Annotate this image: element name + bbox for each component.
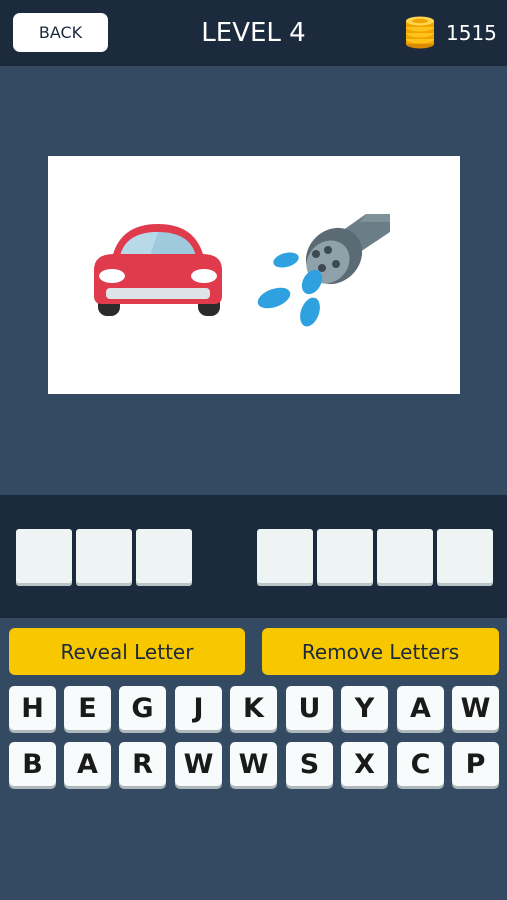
coin-stack-icon (403, 16, 437, 50)
answer-slot[interactable] (76, 529, 132, 583)
letter-key[interactable]: H (9, 686, 56, 730)
shower-head-icon (256, 210, 392, 334)
letter-key[interactable]: E (64, 686, 111, 730)
answer-slot[interactable] (16, 529, 72, 583)
answer-slot[interactable] (437, 529, 493, 583)
answer-slot[interactable] (317, 529, 373, 583)
letter-key[interactable]: K (230, 686, 277, 730)
answer-slot[interactable] (136, 529, 192, 583)
letter-key[interactable]: A (397, 686, 444, 730)
remove-letters-button[interactable]: Remove Letters (262, 628, 499, 675)
coin-count: 1515 (446, 21, 497, 45)
letter-key[interactable]: C (397, 742, 444, 786)
letter-key[interactable]: X (341, 742, 388, 786)
letter-key[interactable]: W (175, 742, 222, 786)
letter-key[interactable]: U (286, 686, 333, 730)
answer-slot[interactable] (257, 529, 313, 583)
letter-key[interactable]: W (452, 686, 499, 730)
letter-key[interactable]: W (230, 742, 277, 786)
answer-slot[interactable] (377, 529, 433, 583)
letter-key[interactable]: S (286, 742, 333, 786)
puzzle-card (48, 156, 460, 394)
letter-key[interactable]: J (175, 686, 222, 730)
letter-key[interactable]: A (64, 742, 111, 786)
reveal-letter-button[interactable]: Reveal Letter (9, 628, 245, 675)
letter-key[interactable]: R (119, 742, 166, 786)
letter-key[interactable]: Y (341, 686, 388, 730)
letter-key[interactable]: G (119, 686, 166, 730)
letter-key[interactable]: B (9, 742, 56, 786)
level-title: LEVEL 4 (201, 18, 306, 48)
letter-key[interactable]: P (452, 742, 499, 786)
car-icon (90, 218, 226, 318)
back-button[interactable]: BACK (13, 13, 108, 52)
